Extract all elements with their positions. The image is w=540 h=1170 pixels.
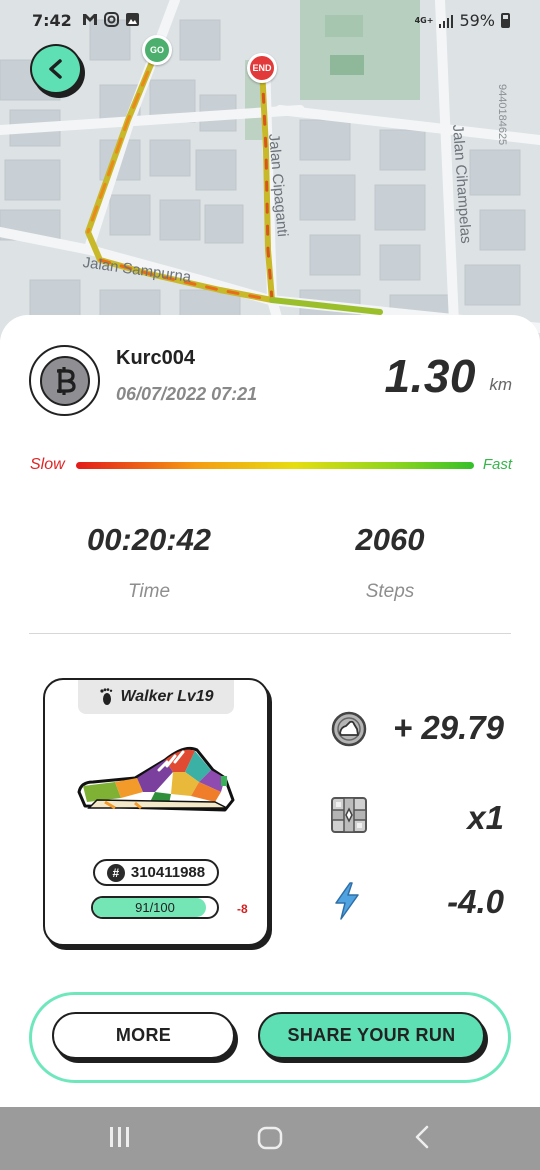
- sneaker-token-icon: [331, 711, 367, 747]
- mystery-box-icon: [331, 797, 367, 833]
- run-summary-card: Kurc004 06/07/2022 07:21 1.30 km Slow Fa…: [0, 315, 540, 1107]
- sneaker-id-tag: # 310411988: [93, 859, 219, 886]
- earned-tokens: + 29.79: [392, 709, 504, 746]
- sneaker-id: 310411988: [130, 864, 206, 881]
- status-right: 4G+ 59%: [415, 11, 510, 30]
- system-nav-bar: [0, 1107, 540, 1170]
- home-icon[interactable]: [257, 1126, 283, 1150]
- steps-value: 2060: [355, 522, 425, 557]
- battery-percent: 59%: [459, 11, 495, 30]
- instagram-icon: [104, 12, 119, 27]
- speed-fast-label: Fast: [482, 456, 512, 473]
- steps-label: Steps: [365, 581, 415, 602]
- status-bar: 7:42 4G+ 59%: [0, 0, 540, 42]
- energy-value: -4.0: [447, 883, 504, 920]
- recent-apps-icon[interactable]: [108, 1125, 132, 1149]
- status-time: 7:42: [32, 11, 72, 30]
- back-button[interactable]: [30, 44, 82, 94]
- avatar[interactable]: [29, 345, 100, 416]
- divider: [29, 633, 511, 634]
- map-id-label: 9440184625: [496, 84, 508, 146]
- route-map[interactable]: Jalan Cipaganti Jalan Cihampelas Jalan S…: [0, 0, 540, 340]
- bitcoin-icon: [39, 355, 90, 406]
- more-button[interactable]: MORE: [52, 1012, 235, 1059]
- speed-slow-label: Slow: [30, 456, 65, 473]
- speed-gradient-bar: [76, 462, 474, 469]
- sneaker-level-tag: Walker Lv19: [78, 680, 234, 714]
- durability-bar: 91/100: [91, 896, 219, 919]
- run-datetime: 06/07/2022 07:21: [116, 384, 258, 404]
- distance-value: 1.30: [384, 350, 476, 402]
- sneaker-level: Walker Lv19: [120, 688, 214, 705]
- footprint-icon: [100, 688, 113, 705]
- battery-icon: [501, 13, 510, 28]
- multiplier-value: x1: [467, 799, 504, 836]
- hash-icon: #: [106, 863, 125, 882]
- durability-loss: -8: [237, 902, 248, 916]
- gallery-icon: [126, 13, 139, 26]
- chevron-left-icon: [49, 59, 62, 79]
- back-nav-icon[interactable]: [413, 1125, 433, 1149]
- distance-unit: km: [489, 375, 512, 394]
- sneaker-card[interactable]: Walker Lv19 # 310411988 91/100 -8: [43, 678, 269, 946]
- bitcoin-glyph: [56, 366, 76, 395]
- lightning-icon: [335, 882, 359, 920]
- notification-icons: [82, 12, 140, 27]
- network-type: 4G+: [414, 15, 434, 25]
- action-bar: MORE SHARE YOUR RUN: [29, 992, 511, 1083]
- username: Kurc004: [116, 347, 195, 369]
- share-run-button[interactable]: SHARE YOUR RUN: [258, 1012, 485, 1059]
- signal-icon: [439, 14, 454, 28]
- time-value: 00:20:42: [86, 522, 212, 557]
- gmail-icon: [83, 14, 97, 25]
- durability-text: 91/100: [135, 900, 175, 915]
- sneaker-image: [77, 746, 235, 812]
- time-label: Time: [127, 581, 171, 602]
- end-pin: END: [247, 53, 277, 83]
